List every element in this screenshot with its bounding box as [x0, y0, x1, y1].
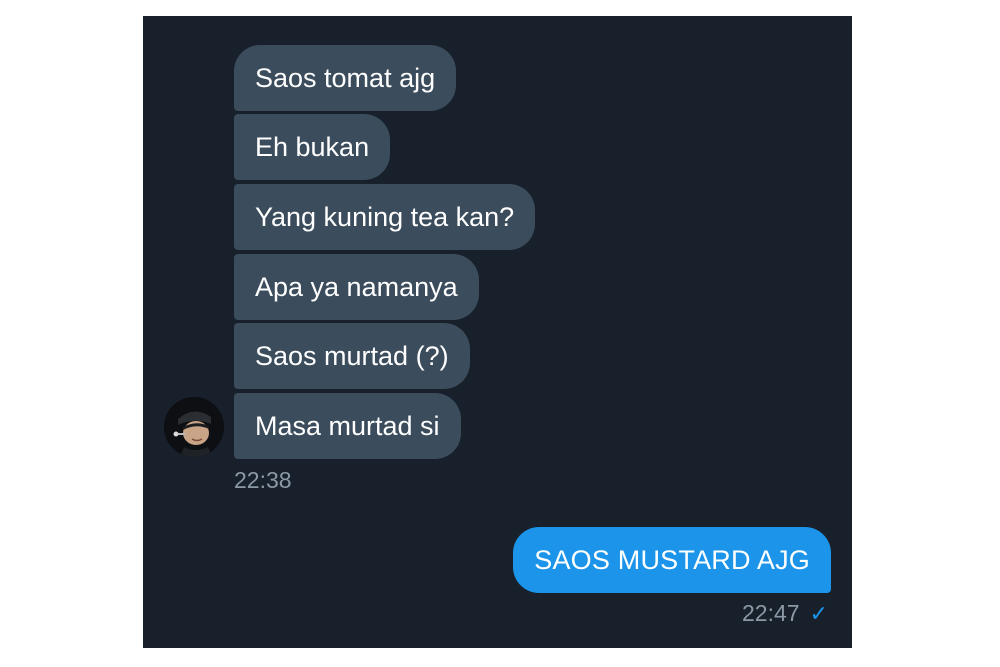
message-bubble-received[interactable]: Eh bukan: [234, 114, 391, 180]
message-bubble-received[interactable]: Yang kuning tea kan?: [234, 184, 536, 250]
message-text: Saos murtad (?): [255, 340, 449, 371]
message-text: Masa murtad si: [255, 410, 440, 441]
message-text: SAOS MUSTARD AJG: [534, 544, 810, 575]
message-text: Eh bukan: [255, 131, 370, 162]
message-bubble-received[interactable]: Masa murtad si: [234, 393, 461, 459]
message-bubble-sent[interactable]: SAOS MUSTARD AJG: [513, 527, 831, 593]
chat-screen: Saos tomat ajg Eh bukan Yang kuning tea …: [143, 16, 852, 648]
message-text: Apa ya namanya: [255, 271, 458, 302]
message-text: Saos tomat ajg: [255, 62, 436, 93]
sender-avatar[interactable]: [164, 397, 224, 457]
sent-meta: 22:47 ✓: [742, 600, 828, 627]
received-timestamp: 22:38: [234, 467, 292, 493]
avatar-photo-icon: [164, 397, 224, 457]
checkmark-icon: ✓: [809, 600, 828, 626]
message-bubble-received[interactable]: Saos murtad (?): [234, 323, 470, 389]
message-bubble-received[interactable]: Apa ya namanya: [234, 254, 479, 320]
message-bubble-received[interactable]: Saos tomat ajg: [234, 45, 457, 111]
message-text: Yang kuning tea kan?: [255, 201, 515, 232]
sent-timestamp: 22:47: [742, 600, 800, 626]
